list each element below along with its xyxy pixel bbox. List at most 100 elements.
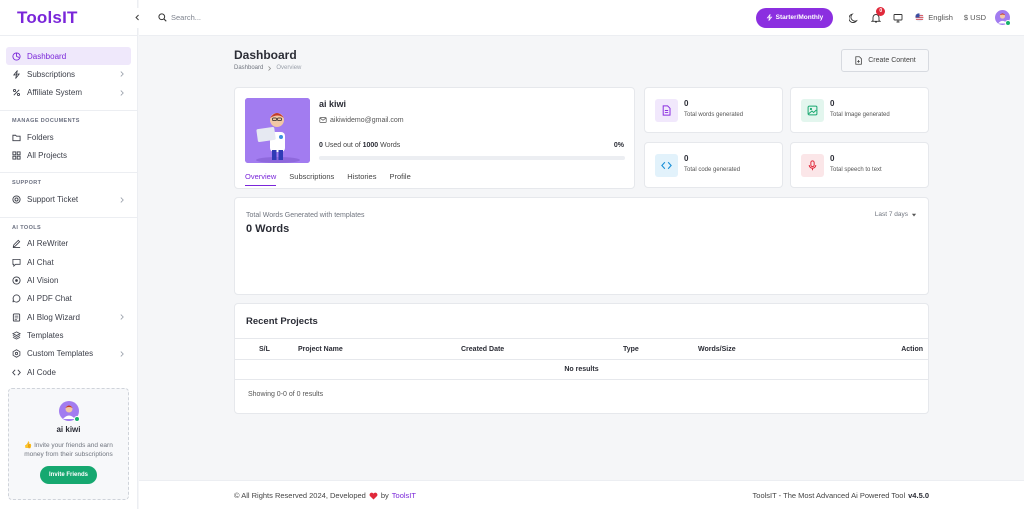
- sidebar-item-ai-rewriter[interactable]: AI ReWriter: [6, 235, 131, 253]
- word-usage-text: 0 Used out of 1000 Words: [319, 142, 400, 149]
- column-header-words-size[interactable]: Words/Size: [698, 346, 736, 353]
- app-version: v4.5.0: [908, 491, 929, 500]
- notifications-button[interactable]: 0: [865, 6, 887, 23]
- file-plus-icon: [855, 56, 863, 65]
- caret-down-icon: [911, 213, 917, 216]
- sidebar-item-all-projects[interactable]: All Projects: [6, 146, 131, 164]
- sidebar-item-label: All Projects: [27, 150, 68, 160]
- sidebar-item-label: AI Vision: [27, 276, 59, 286]
- monitor-icon: [893, 13, 903, 22]
- column-header-type[interactable]: Type: [623, 346, 639, 353]
- search-box[interactable]: Search...: [158, 13, 201, 22]
- dark-mode-toggle[interactable]: [843, 12, 865, 23]
- date-range-dropdown[interactable]: Last 7 days: [875, 211, 917, 218]
- code-icon: [655, 154, 678, 177]
- language-selector[interactable]: English: [915, 13, 953, 22]
- words-unit: Words: [380, 142, 401, 149]
- sidebar-item-ai-blog-wizard[interactable]: AI Blog Wizard: [6, 308, 131, 326]
- search-icon: [158, 13, 167, 22]
- invite-user-name: ai kiwi: [56, 425, 81, 434]
- usage-progress-bar: [319, 156, 625, 160]
- chevron-right-icon: [120, 314, 124, 320]
- sidebar-item-dashboard[interactable]: Dashboard: [6, 47, 131, 66]
- profile-card: ai kiwi aikiwidemo@gmail.com 0 Used out …: [234, 87, 635, 189]
- sidebar-item-ai-pdf-chat[interactable]: AI PDF Chat: [6, 290, 131, 308]
- sidebar-item-label: AI Chat: [27, 257, 54, 267]
- app-logo[interactable]: ToolsIT: [17, 8, 78, 28]
- breadcrumb: Dashboard Overview: [234, 65, 301, 71]
- invite-text-body: Invite your friends and earn money from …: [24, 442, 113, 458]
- recent-projects-card: Recent Projects S/L Project Name Created…: [234, 303, 929, 414]
- percent-icon: [12, 89, 21, 97]
- tab-profile[interactable]: Profile: [389, 172, 410, 186]
- lifebuoy-icon: [12, 195, 21, 204]
- create-content-button[interactable]: Create Content: [841, 49, 929, 72]
- pagination-summary: Showing 0-0 of 0 results: [248, 391, 324, 398]
- pen-icon: [12, 240, 21, 249]
- section-support: SUPPORT: [0, 172, 137, 190]
- footer-tagline-text: ToolsIT - The Most Advanced Ai Powered T…: [752, 491, 906, 500]
- words-used: 0: [319, 142, 323, 149]
- tab-subscriptions[interactable]: Subscriptions: [289, 172, 334, 186]
- sidebar-item-custom-templates[interactable]: Custom Templates: [6, 345, 131, 363]
- footer: © All Rights Reserved 2024, Developed by…: [139, 480, 1024, 509]
- pdf-chat-icon: [12, 294, 21, 303]
- sidebar-item-affiliate[interactable]: Affiliate System: [6, 84, 131, 102]
- page-title: Dashboard: [234, 48, 297, 62]
- sidebar-item-label: AI Blog Wizard: [27, 312, 80, 322]
- sidebar-item-subscriptions[interactable]: Subscriptions: [6, 65, 131, 83]
- invite-friends-button[interactable]: Invite Friends: [39, 466, 97, 484]
- column-header-action[interactable]: Action: [901, 346, 923, 353]
- stat-label: Total Image generated: [830, 112, 890, 118]
- sidebar-header: ToolsIT: [0, 0, 147, 36]
- grid-icon: [12, 151, 21, 160]
- bolt-icon: [766, 14, 772, 21]
- chevron-right-icon: [120, 71, 124, 78]
- stat-label: Total code generated: [684, 167, 741, 173]
- folder-icon: [12, 134, 21, 141]
- breadcrumb-dashboard[interactable]: Dashboard: [234, 65, 263, 71]
- dashboard-icon: [12, 52, 21, 61]
- tab-overview[interactable]: Overview: [245, 172, 277, 186]
- sidebar-item-label: AI PDF Chat: [27, 294, 72, 304]
- sidebar: ToolsIT Dashboard Subscriptions Affiliat…: [0, 0, 147, 509]
- breadcrumb-overview: Overview: [276, 65, 302, 71]
- create-content-label: Create Content: [868, 57, 916, 64]
- usage-percent: 0%: [613, 142, 624, 149]
- plan-button[interactable]: Starter/Monthly: [755, 7, 834, 28]
- sidebar-item-label: Custom Templates: [27, 349, 94, 359]
- heart-icon: [369, 492, 378, 500]
- sidebar-item-ai-chat[interactable]: AI Chat: [6, 253, 131, 271]
- user-avatar[interactable]: [995, 10, 1011, 26]
- column-header-project-name[interactable]: Project Name: [298, 346, 343, 353]
- sidebar-item-support-ticket[interactable]: Support Ticket: [6, 190, 131, 208]
- sidebar-item-label: AI Code: [27, 367, 56, 377]
- empty-table-message: No results: [235, 360, 928, 380]
- sidebar-item-folders[interactable]: Folders: [6, 128, 131, 146]
- sidebar-item-templates[interactable]: Templates: [6, 326, 131, 344]
- sidebar-item-label: Subscriptions: [27, 69, 76, 79]
- online-status-dot: [73, 416, 80, 422]
- currency-selector[interactable]: $ USD: [964, 13, 986, 22]
- column-header-created-date[interactable]: Created Date: [461, 346, 504, 353]
- tab-histories[interactable]: Histories: [347, 172, 376, 186]
- sidebar-item-ai-code[interactable]: AI Code: [6, 363, 131, 381]
- profile-image: [245, 98, 310, 163]
- words-card-title: Total Words Generated with templates: [246, 212, 365, 219]
- date-range-label: Last 7 days: [874, 211, 908, 218]
- sidebar-item-ai-vision[interactable]: AI Vision: [6, 271, 131, 289]
- custom-template-icon: [12, 349, 21, 358]
- footer-copyright: © All Rights Reserved 2024, Developed by…: [234, 491, 416, 500]
- plan-label: Starter/Monthly: [775, 14, 824, 21]
- fullscreen-button[interactable]: [887, 13, 909, 23]
- chevron-right-icon: [120, 351, 124, 357]
- search-input[interactable]: Search...: [171, 13, 201, 22]
- column-header-sl[interactable]: S/L: [259, 346, 270, 353]
- words-total: 1000: [362, 142, 379, 149]
- sidebar-item-label: Support Ticket: [27, 195, 79, 205]
- footer-brand-link[interactable]: ToolsIT: [392, 491, 416, 500]
- stat-card-code: 0 Total code generated: [644, 142, 783, 188]
- sidebar-item-label: Templates: [27, 330, 64, 340]
- footer-by: by: [380, 491, 389, 500]
- invite-card: ai kiwi 👍 Invite your friends and earn m…: [8, 388, 129, 500]
